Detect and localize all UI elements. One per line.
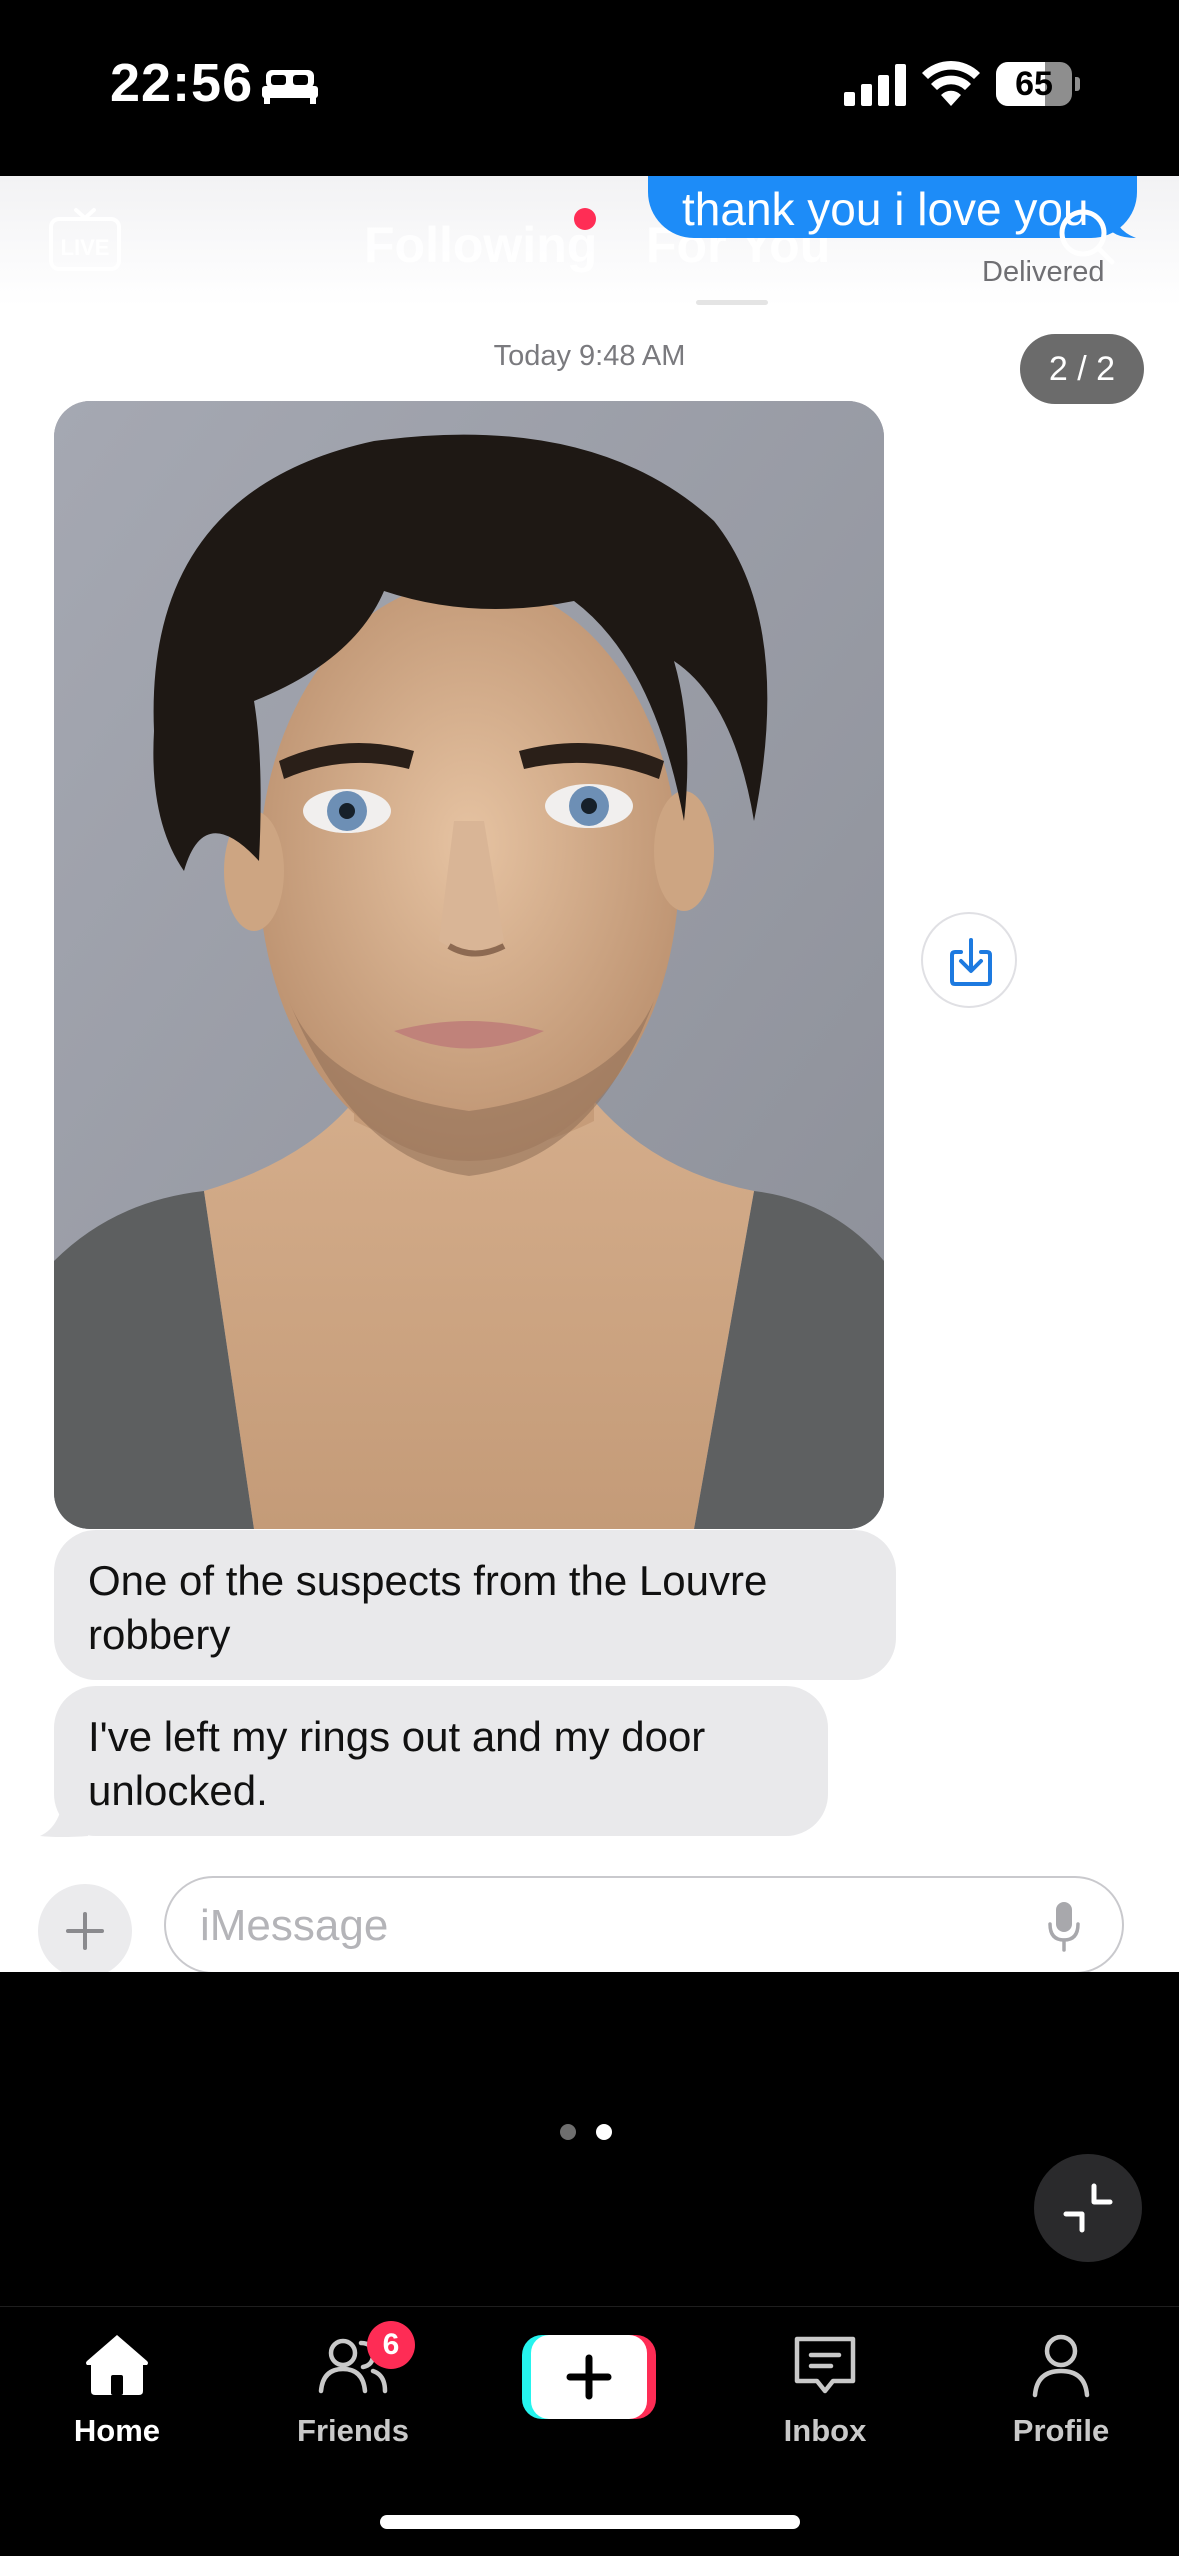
tab-home[interactable]: Home	[27, 2329, 207, 2469]
cellular-signal-icon	[844, 64, 906, 106]
friends-notification-badge: 6	[367, 2321, 415, 2369]
tab-friends[interactable]: 6 Friends	[263, 2321, 443, 2469]
page-counter: 2 / 2	[1020, 334, 1144, 404]
battery-percent: 65	[1015, 65, 1053, 103]
tab-inbox-label: Inbox	[783, 2413, 867, 2448]
collapse-button[interactable]	[1034, 2154, 1142, 2262]
page-dot	[560, 2124, 576, 2140]
create-post-button[interactable]	[522, 2335, 656, 2419]
imessage-input[interactable]	[200, 1900, 1020, 1952]
tab-inbox[interactable]: Inbox	[735, 2329, 915, 2469]
message-timestamp: Today 9:48 AM	[493, 340, 686, 372]
bottom-tab-bar: Home 6 Friends Inbox Profile	[0, 2306, 1179, 2556]
live-tv-icon[interactable]: LIVE	[48, 206, 122, 272]
download-icon	[950, 938, 992, 986]
save-image-button[interactable]	[921, 912, 1017, 1008]
active-tab-underline	[696, 300, 768, 305]
plus-icon	[566, 2354, 612, 2400]
received-bubble-tail	[40, 1790, 88, 1837]
home-icon	[86, 2335, 148, 2395]
mugshot-photo[interactable]	[54, 401, 884, 1529]
page-dot-active	[596, 2124, 612, 2140]
live-label: LIVE	[61, 235, 110, 260]
tab-home-label: Home	[73, 2413, 161, 2448]
minimize-arrows-icon	[1063, 2183, 1113, 2233]
battery-indicator: 65	[996, 62, 1080, 106]
received-message-bubble[interactable]: I've left my rings out and my door unloc…	[54, 1686, 828, 1836]
status-time: 22:56	[110, 53, 254, 113]
delivered-status: Delivered	[982, 256, 1105, 288]
inbox-icon	[794, 2336, 856, 2394]
bed-icon	[262, 70, 318, 104]
tab-profile-label: Profile	[1012, 2413, 1110, 2448]
received-message-bubble[interactable]: One of the suspects from the Louvre robb…	[54, 1530, 896, 1680]
status-bar: 22:56 65	[0, 0, 1179, 176]
page-indicator	[560, 2124, 620, 2142]
portrait-image	[54, 401, 884, 1529]
wifi-icon	[922, 60, 980, 106]
following-notification-dot	[574, 208, 596, 230]
plus-icon	[66, 1912, 104, 1950]
tab-friends-label: Friends	[297, 2413, 409, 2448]
tab-following[interactable]: Following	[364, 216, 597, 274]
add-attachment-button[interactable]	[38, 1884, 132, 1972]
messages-screen: LIVE Following For You thank you i love …	[0, 176, 1179, 1972]
tab-profile[interactable]: Profile	[971, 2329, 1151, 2469]
microphone-icon[interactable]	[1046, 1900, 1082, 1954]
home-indicator[interactable]	[380, 2515, 800, 2529]
message-input-field[interactable]	[164, 1876, 1124, 1972]
profile-icon	[1032, 2334, 1090, 2398]
